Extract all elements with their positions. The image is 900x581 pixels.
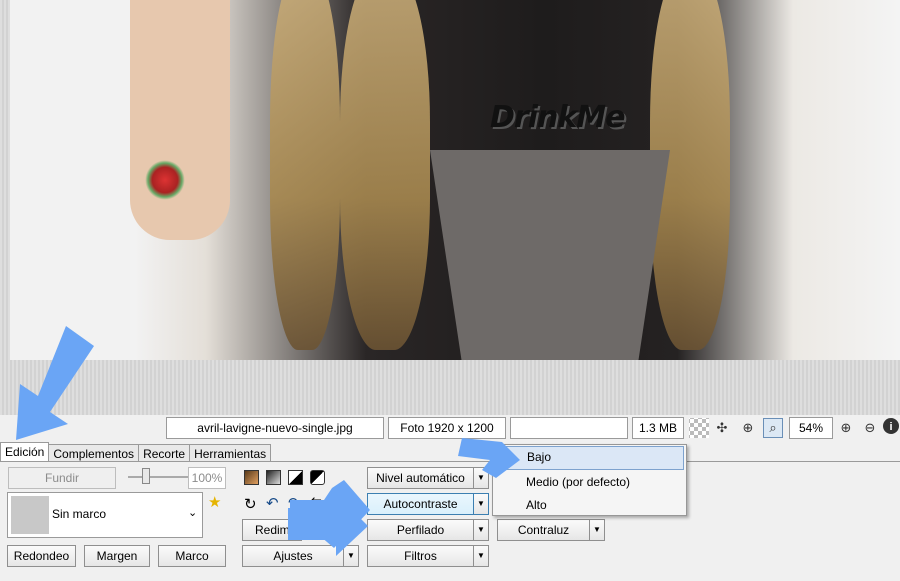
arrow-to-tab xyxy=(16,326,94,440)
arrow-to-bajo xyxy=(458,438,520,478)
annotation-arrows xyxy=(16,326,520,556)
